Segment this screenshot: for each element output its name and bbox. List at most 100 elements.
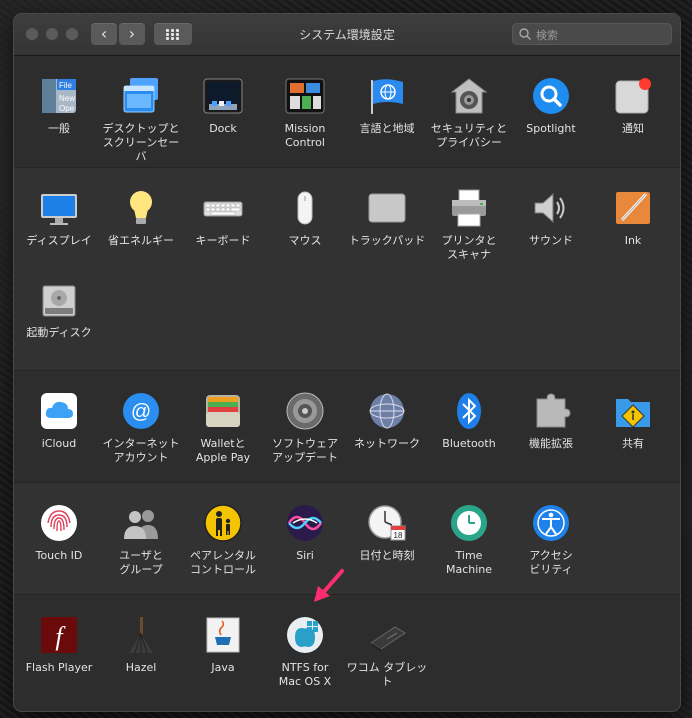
pref-label: Siri (296, 549, 314, 562)
pref-wallet-applepay[interactable]: Walletと Apple Pay (182, 391, 264, 465)
icloud-icon (39, 391, 79, 431)
pref-siri[interactable]: Siri (264, 503, 346, 563)
trackpad-icon (367, 188, 407, 228)
startup-disk-icon (39, 280, 79, 320)
language-region-icon (367, 76, 407, 116)
pref-label: ペアレンタル コントロール (190, 549, 256, 576)
hazel-icon (121, 615, 161, 655)
svg-text:File: File (59, 81, 72, 90)
wallet-icon (203, 391, 243, 431)
pref-general[interactable]: File New Ope 一般 (18, 76, 100, 136)
pref-label: Time Machine (445, 549, 493, 576)
pref-keyboard[interactable]: キーボード (182, 188, 264, 248)
pref-label: Touch ID (35, 549, 83, 562)
pref-java[interactable]: Java (182, 615, 264, 675)
pref-label: Dock (209, 122, 237, 135)
pref-security-privacy[interactable]: セキュリティと プライバシー (428, 76, 510, 150)
pref-hazel[interactable]: Hazel (100, 615, 182, 675)
pref-users-groups[interactable]: ユーザと グループ (100, 503, 182, 577)
spotlight-icon (531, 76, 571, 116)
pref-label: Java (211, 661, 235, 674)
pref-label: Ink (624, 234, 642, 247)
accessibility-icon (531, 503, 571, 543)
search-icon (519, 28, 532, 41)
pref-startup-disk[interactable]: 起動ディスク (18, 280, 100, 340)
pref-label: ワコム タブレット (346, 661, 428, 688)
pref-sound[interactable]: サウンド (510, 188, 592, 248)
pref-label: キーボード (195, 234, 251, 247)
pref-energy-saver[interactable]: 省エネルギー (100, 188, 182, 248)
pref-network[interactable]: ネットワーク (346, 391, 428, 451)
time-machine-icon (449, 503, 489, 543)
search-field[interactable] (512, 23, 672, 45)
annotation-arrow (314, 569, 344, 602)
pref-dock[interactable]: Dock (182, 76, 264, 136)
pref-icloud[interactable]: iCloud (18, 391, 100, 451)
pref-wacom-tablet[interactable]: ワコム タブレット (346, 615, 428, 689)
pref-ntfs[interactable]: NTFS for Mac OS X (264, 615, 346, 689)
mouse-icon (285, 188, 325, 228)
pref-mouse[interactable]: マウス (264, 188, 346, 248)
dock-icon (203, 76, 243, 116)
pref-label: Hazel (125, 661, 157, 674)
pref-label: デスクトップと スクリーンセーバ (102, 122, 180, 163)
pref-software-update[interactable]: ソフトウェア アップデート (264, 391, 346, 465)
pref-printers-scanners[interactable]: プリンタと スキャナ (428, 188, 510, 262)
pref-flash-player[interactable]: f Flash Player (18, 615, 100, 675)
mission-control-icon (285, 76, 325, 116)
pref-notifications[interactable]: 通知 (592, 76, 674, 136)
display-icon (39, 188, 79, 228)
ntfs-icon (285, 615, 325, 655)
pref-label: Mission Control (284, 122, 326, 149)
pref-label: Spotlight (526, 122, 576, 135)
siri-icon (285, 503, 325, 543)
pref-label: プリンタと スキャナ (441, 234, 497, 261)
pref-label: 機能拡張 (529, 437, 573, 450)
title-bar: ‹ › システム環境設定 (14, 14, 680, 56)
pref-ink[interactable]: Ink (592, 188, 674, 248)
pref-bluetooth[interactable]: Bluetooth (428, 391, 510, 451)
pref-language-region[interactable]: 言語と地域 (346, 76, 428, 136)
pref-sharing[interactable]: 共有 (592, 391, 674, 451)
date-time-icon: 18 (367, 503, 407, 543)
pref-label: セキュリティと プライバシー (430, 122, 508, 149)
svg-text:@: @ (131, 401, 151, 423)
pref-extensions[interactable]: 機能拡張 (510, 391, 592, 451)
pref-internet-accounts[interactable]: @ インターネット アカウント (100, 391, 182, 465)
sharing-icon (613, 391, 653, 431)
pref-label: 省エネルギー (108, 234, 174, 247)
wacom-tablet-icon (367, 615, 407, 655)
pref-parental-controls[interactable]: ペアレンタル コントロール (182, 503, 264, 577)
pref-date-time[interactable]: 18 日付と時刻 (346, 503, 428, 563)
pref-desktop-screensaver[interactable]: デスクトップと スクリーンセーバ (100, 76, 182, 164)
pref-label: iCloud (41, 437, 77, 450)
pref-accessibility[interactable]: アクセシ ビリティ (510, 503, 592, 577)
pref-label: ネットワーク (354, 437, 420, 450)
desktop-screensaver-icon (121, 76, 161, 116)
search-input[interactable] (534, 25, 668, 45)
pref-label: ディスプレイ (26, 234, 92, 247)
ink-icon (613, 188, 653, 228)
flash-player-icon: f (39, 615, 79, 655)
pref-label: インターネット アカウント (102, 437, 180, 464)
keyboard-icon (203, 188, 243, 228)
printer-icon (449, 188, 489, 228)
pref-time-machine[interactable]: Time Machine (428, 503, 510, 577)
pref-label: マウス (288, 234, 322, 247)
pref-mission-control[interactable]: Mission Control (264, 76, 346, 150)
svg-text:New: New (59, 94, 75, 103)
pref-label: Flash Player (25, 661, 93, 674)
pref-displays[interactable]: ディスプレイ (18, 188, 100, 248)
pref-label: サウンド (529, 234, 573, 247)
general-icon: File New Ope (39, 76, 79, 116)
notifications-icon (613, 76, 653, 116)
pref-touch-id[interactable]: Touch ID (18, 503, 100, 563)
internet-accounts-icon: @ (121, 391, 161, 431)
pref-label: NTFS for Mac OS X (278, 661, 332, 688)
parental-controls-icon (203, 503, 243, 543)
pref-trackpad[interactable]: トラックパッド (346, 188, 428, 248)
system-preferences-window: ‹ › システム環境設定 File NewOpe 一般 (14, 14, 680, 711)
extensions-icon (531, 391, 571, 431)
pref-spotlight[interactable]: Spotlight (510, 76, 592, 136)
pref-label: 通知 (622, 122, 644, 135)
